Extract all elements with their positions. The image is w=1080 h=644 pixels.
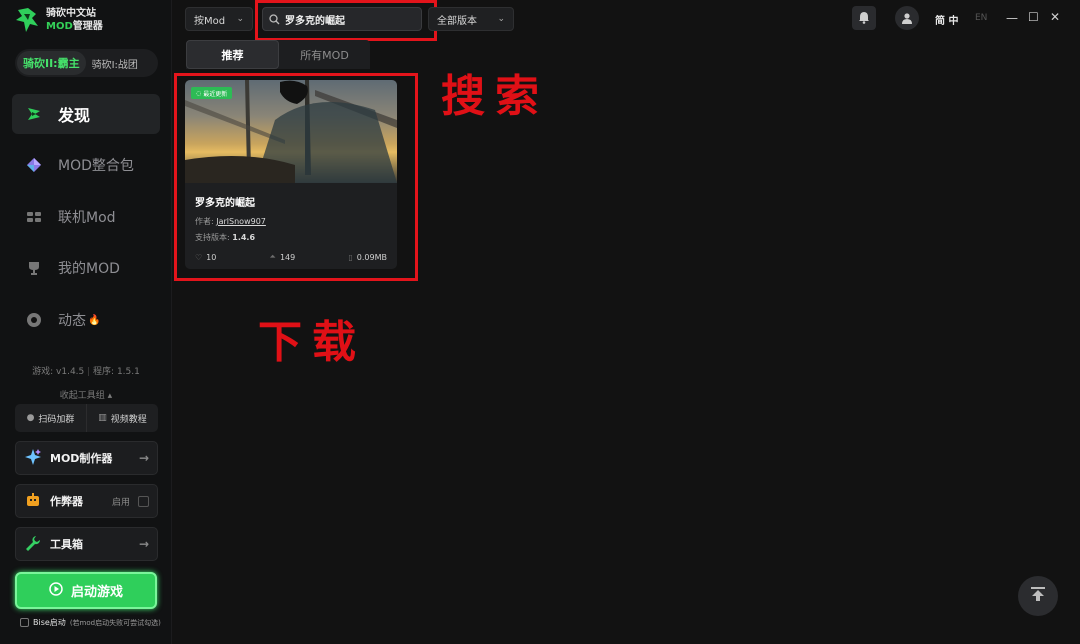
trophy-icon xyxy=(26,260,42,276)
logo-icon xyxy=(14,6,40,34)
nav-my-mods[interactable]: 我的MOD xyxy=(12,248,160,288)
multiplayer-icon xyxy=(26,209,42,225)
author-label: 作者: xyxy=(195,217,214,226)
bell-icon xyxy=(858,9,870,28)
minimize-icon[interactable]: — xyxy=(1006,11,1018,25)
arrow-right-icon: → xyxy=(138,451,149,465)
likes-count: 10 xyxy=(206,252,217,262)
nav-mod-packs-label: MOD整合包 xyxy=(58,158,134,174)
game-switch-warband[interactable]: 骑砍I:战团 xyxy=(86,56,138,71)
app-subtitle: 管理器 xyxy=(72,21,103,32)
mod-maker-button[interactable]: MOD制作器 → xyxy=(15,441,158,475)
nav-feed[interactable]: 动态 🔥 xyxy=(12,300,160,340)
cheat-label: 作弊器 xyxy=(50,495,83,508)
cheat-enable-label: 启用 xyxy=(111,497,130,508)
mod-card[interactable]: ◌ 最近更新 罗多克的崛起 作者: JarlSnow907 支持版本: 1.4.… xyxy=(185,80,397,269)
cheat-robot-icon xyxy=(24,491,42,512)
nav-discover[interactable]: 发现 xyxy=(12,94,160,134)
download-icon: ⏶ xyxy=(269,252,276,261)
video-tutorial-button[interactable]: ▥ 视频教程 xyxy=(86,404,158,432)
app-subtitle-accent: MOD xyxy=(46,21,73,32)
start-game-button[interactable]: 启动游戏 xyxy=(15,572,157,609)
file-size: 0.09MB xyxy=(356,252,387,262)
chat-icon xyxy=(26,312,42,328)
user-avatar-button[interactable] xyxy=(895,6,919,30)
chart-icon: ▥ xyxy=(98,413,107,423)
tab-all-mods[interactable]: 所有MOD xyxy=(279,40,370,69)
tool-row: ● 扫码加群 ▥ 视频教程 xyxy=(15,404,158,432)
mod-thumbnail: ◌ 最近更新 xyxy=(185,80,397,183)
search-input[interactable] xyxy=(285,13,405,25)
version-filter-value: 全部版本 xyxy=(437,15,477,27)
user-icon xyxy=(901,9,913,28)
maximize-icon[interactable]: ☐ xyxy=(1028,10,1039,24)
sparkle-icon xyxy=(24,448,42,469)
game-switch-bannerlord[interactable]: 骑砍II:霸主 xyxy=(17,51,86,75)
nav-discover-label: 发现 xyxy=(58,106,91,125)
mic-icon: ● xyxy=(26,413,35,423)
supported-version-value: 1.4.6 xyxy=(232,233,256,242)
download-annotation: 下载 xyxy=(258,317,366,368)
wrench-icon xyxy=(24,534,42,555)
nav-my-mods-label: 我的MOD xyxy=(58,261,120,277)
play-icon xyxy=(49,581,63,600)
game-version: 游戏: v1.4.5 xyxy=(32,367,85,377)
search-box[interactable] xyxy=(262,7,422,31)
collapse-tools-toggle[interactable]: 收起工具组 ▴ xyxy=(0,388,172,401)
cheat-button[interactable]: 作弊器 启用 xyxy=(15,484,158,518)
video-tutorial-label: 视频教程 xyxy=(110,414,147,425)
scan-join-group-label: 扫码加群 xyxy=(38,414,75,425)
chevron-down-icon: ⌄ xyxy=(497,14,505,24)
lang-en[interactable]: EN xyxy=(975,13,987,23)
tab-recommended[interactable]: 推荐 xyxy=(186,40,279,69)
sort-mode-select[interactable]: 按Mod ⌄ xyxy=(185,7,253,31)
close-icon[interactable]: ✕ xyxy=(1050,10,1060,24)
lang-zh[interactable]: 简 中 xyxy=(935,12,958,27)
nav-feed-label: 动态 xyxy=(58,313,86,329)
nav-multiplayer[interactable]: 联机Mod xyxy=(12,197,160,237)
mod-title: 罗多克的崛起 xyxy=(195,198,255,209)
program-version: 程序: 1.5.1 xyxy=(93,367,140,377)
nav-mod-packs[interactable]: MOD整合包 xyxy=(12,145,160,185)
start-game-label: 启动游戏 xyxy=(70,585,123,600)
arrow-right-icon: → xyxy=(138,537,149,551)
supported-version-label: 支持版本: xyxy=(195,233,230,242)
game-switch: 骑砍II:霸主 骑砍I:战团 xyxy=(15,49,158,77)
bise-hint: (若mod启动失败可尝试勾选) xyxy=(69,618,161,627)
search-annotation: 搜索 xyxy=(441,71,549,122)
toolbox-label: 工具箱 xyxy=(50,538,83,551)
search-icon xyxy=(269,10,280,29)
content-tabs: 推荐 所有MOD xyxy=(186,40,370,69)
sort-mode-value: 按Mod xyxy=(194,15,226,27)
bise-label: Bise启动 xyxy=(33,618,66,627)
fire-icon: 🔥 xyxy=(88,314,101,326)
app-title: 骑砍中文站 xyxy=(46,8,96,19)
discover-icon xyxy=(26,106,42,122)
downloads-count: 149 xyxy=(279,252,296,262)
cheat-enable-checkbox[interactable] xyxy=(138,495,149,507)
scan-join-group-button[interactable]: ● 扫码加群 xyxy=(15,404,86,432)
version-filter-select[interactable]: 全部版本 ⌄ xyxy=(428,7,514,31)
back-to-top-button[interactable] xyxy=(1018,576,1058,616)
file-icon: ▯ xyxy=(348,252,353,262)
arrow-up-to-top-icon xyxy=(1029,585,1047,607)
heart-icon: ♡ xyxy=(195,252,203,262)
app-logo: 骑砍中文站 MOD管理器 xyxy=(14,6,103,34)
mod-maker-label: MOD制作器 xyxy=(50,452,113,465)
recently-updated-badge: ◌ 最近更新 xyxy=(191,87,233,99)
sidebar: 骑砍中文站 MOD管理器 骑砍II:霸主 骑砍I:战团 发现 MOD整合包 联机… xyxy=(0,0,172,644)
author-link[interactable]: JarlSnow907 xyxy=(216,217,266,226)
nav-multiplayer-label: 联机Mod xyxy=(58,210,116,226)
chevron-down-icon: ⌄ xyxy=(236,14,244,24)
toolbox-button[interactable]: 工具箱 → xyxy=(15,527,158,561)
diamond-icon xyxy=(26,157,42,173)
bise-checkbox[interactable] xyxy=(20,618,29,627)
refresh-icon: ◌ xyxy=(196,89,202,97)
notifications-button[interactable] xyxy=(852,6,876,30)
mod-stats: ♡ 10 ⏶ 149 ▯ 0.09MB xyxy=(195,252,387,262)
